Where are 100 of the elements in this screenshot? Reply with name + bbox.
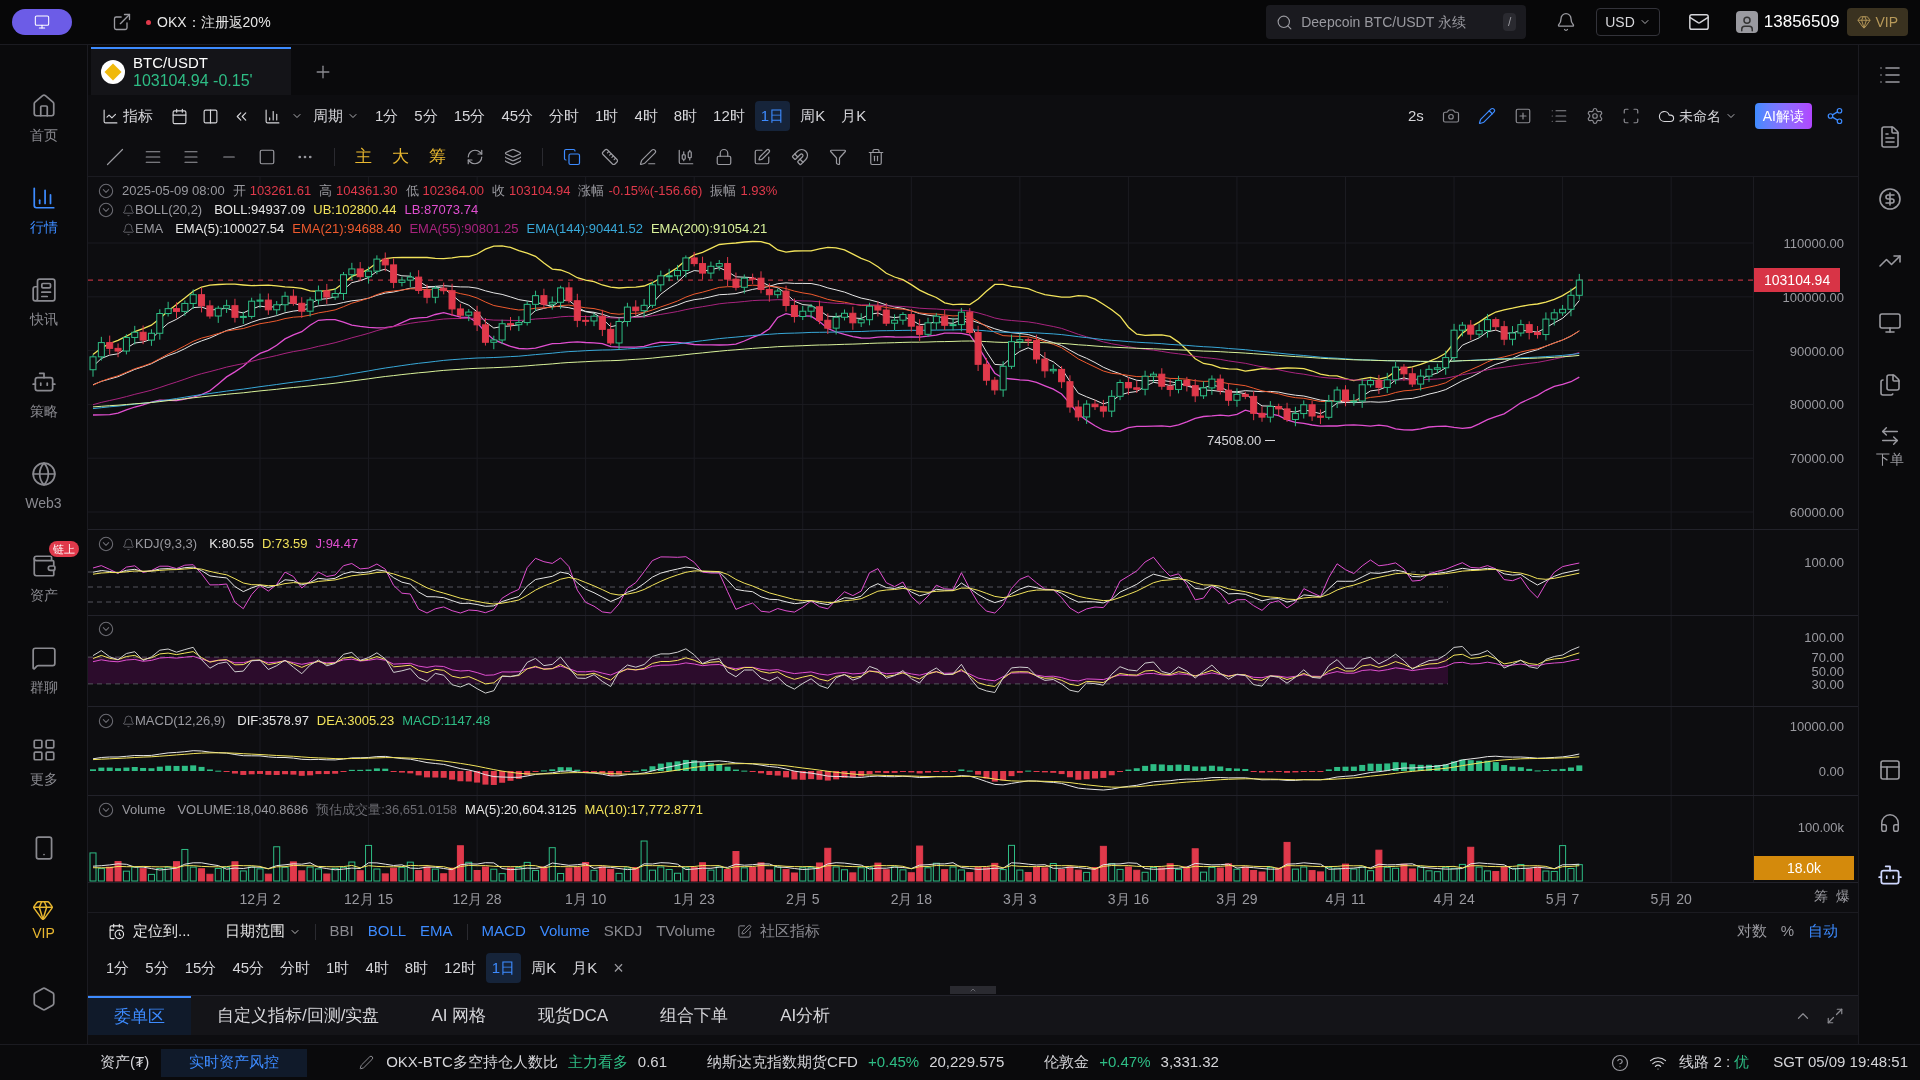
copy-icon[interactable]: [563, 147, 581, 166]
indicator-toggle[interactable]: Volume: [539, 920, 590, 943]
period-tab[interactable]: 8时: [667, 101, 704, 131]
search-bar[interactable]: Deepcoin BTC/USDT 永续 /: [1266, 5, 1527, 39]
indicator-toggle[interactable]: MACD: [481, 920, 526, 943]
period-tab[interactable]: 1分: [369, 101, 405, 131]
collapse-icon[interactable]: [98, 183, 114, 199]
axis-toggle[interactable]: 筹: [1814, 886, 1828, 904]
period-tab[interactable]: 1日: [754, 101, 791, 131]
search-icon[interactable]: [1276, 13, 1294, 31]
ticker-name[interactable]: 纳斯达克指数期货CFD: [707, 1051, 858, 1074]
avatar-silhouette[interactable]: [1735, 11, 1758, 33]
collapse-icon[interactable]: [98, 713, 114, 729]
period-tab[interactable]: 月K: [566, 953, 604, 983]
fullscreen-icon[interactable]: [1621, 107, 1640, 125]
mail-icon[interactable]: [1687, 11, 1710, 33]
period-tab[interactable]: 12时: [707, 101, 751, 131]
period-tab[interactable]: 1分: [100, 953, 136, 983]
camera-icon[interactable]: [1441, 107, 1460, 125]
period-tab[interactable]: 1时: [589, 101, 625, 131]
settings-icon[interactable]: [30, 986, 57, 1012]
ruler-icon[interactable]: [601, 147, 619, 166]
indicator-button[interactable]: 指标: [102, 104, 153, 128]
period-tab[interactable]: 周K: [794, 101, 832, 131]
community-indicators-button[interactable]: 社区指标: [737, 920, 821, 943]
layout-menu[interactable]: 未命名: [1657, 105, 1737, 127]
trash-icon[interactable]: [867, 147, 885, 166]
external-window-icon[interactable]: [112, 12, 132, 32]
sidebar-item[interactable]: 快讯: [8, 256, 79, 350]
monitor-icon[interactable]: [1877, 311, 1902, 335]
robot-icon[interactable]: [1876, 862, 1903, 888]
magnet-icon[interactable]: [791, 147, 809, 166]
period-tab[interactable]: 12时: [438, 953, 482, 983]
bell-icon[interactable]: [122, 714, 135, 728]
assets-label[interactable]: 资产(₮): [100, 1051, 150, 1074]
period-tab[interactable]: 5分: [139, 953, 175, 983]
indicator-toggle[interactable]: BBI: [329, 920, 354, 943]
period-tab[interactable]: 1时: [320, 953, 356, 983]
refresh-interval[interactable]: 2s: [1407, 104, 1424, 128]
list-icon[interactable]: [1549, 107, 1568, 125]
period-tab[interactable]: 周K: [525, 953, 563, 983]
calendar-icon[interactable]: [171, 107, 188, 125]
settings-icon[interactable]: [1585, 107, 1604, 125]
indicator-toggle[interactable]: BOLL: [367, 920, 407, 943]
period-tab[interactable]: 月K: [835, 101, 873, 131]
expand-handle-icon[interactable]: [950, 986, 996, 994]
monitor-icon[interactable]: [34, 14, 50, 30]
period-tab[interactable]: 5分: [408, 101, 444, 131]
period-tab[interactable]: 15分: [178, 953, 223, 983]
text-tool[interactable]: 大: [392, 143, 409, 170]
columns-icon[interactable]: [202, 107, 219, 125]
ticker-name[interactable]: OKX-BTC多空持仓人数比: [386, 1051, 558, 1074]
scale-toggle[interactable]: 自动: [1808, 920, 1838, 943]
line-label[interactable]: 线路 2 :: [1679, 1051, 1731, 1074]
edit-icon[interactable]: [359, 1055, 375, 1070]
add-panel-icon[interactable]: [1513, 107, 1532, 125]
period-tab[interactable]: 15分: [447, 101, 492, 131]
bar-chart-icon[interactable]: [264, 107, 281, 125]
layers-icon[interactable]: [504, 147, 522, 166]
candlestick-icon[interactable]: [677, 147, 695, 166]
period-tab[interactable]: 分时: [274, 953, 317, 983]
lock-icon[interactable]: [715, 147, 733, 166]
account-id[interactable]: 13856509: [1763, 9, 1840, 35]
period-menu[interactable]: 周期: [313, 104, 359, 128]
risk-control-button[interactable]: 实时资产风控: [161, 1048, 308, 1077]
bell-icon[interactable]: [122, 203, 135, 217]
period-tab[interactable]: 45分: [226, 953, 271, 983]
ticker-name[interactable]: 伦敦金: [1044, 1051, 1090, 1074]
period-tab[interactable]: 4时: [628, 101, 664, 131]
search-input[interactable]: Deepcoin BTC/USDT 永续: [1301, 11, 1495, 33]
share-icon[interactable]: [1826, 107, 1844, 125]
scale-toggle[interactable]: %: [1780, 920, 1794, 943]
help-icon[interactable]: [1611, 1053, 1630, 1072]
bottom-tab[interactable]: 委单区: [88, 996, 191, 1035]
period-tab[interactable]: 45分: [495, 101, 540, 131]
text-tool[interactable]: 主: [355, 143, 372, 170]
collapse-icon[interactable]: [98, 621, 114, 637]
bottom-tab[interactable]: 现货DCA: [512, 996, 635, 1035]
bottom-tab[interactable]: AI 网格: [405, 996, 513, 1035]
period-tab[interactable]: 4时: [359, 953, 395, 983]
axis-toggle[interactable]: 爆: [1836, 886, 1850, 904]
pencil-icon[interactable]: [1477, 107, 1496, 125]
indicator-toggle[interactable]: SKDJ: [603, 920, 643, 943]
collapse-icon[interactable]: [98, 536, 114, 552]
indicator-toggle[interactable]: EMA: [420, 920, 453, 943]
edit-icon[interactable]: [753, 147, 771, 166]
sidebar-vip[interactable]: VIP: [32, 899, 55, 944]
indicator-toggle[interactable]: TVolume: [656, 920, 716, 943]
bell-icon[interactable]: [122, 222, 135, 236]
ai-button[interactable]: AI解读: [1754, 103, 1812, 129]
bottom-tab[interactable]: 自定义指标/回测/实盘: [191, 996, 406, 1035]
collapse-icon[interactable]: [98, 802, 114, 818]
sidebar-item[interactable]: 群聊: [8, 624, 79, 718]
layout-icon[interactable]: [1877, 758, 1902, 782]
bottom-tab[interactable]: 组合下单: [634, 996, 755, 1035]
period-tab[interactable]: 1日: [485, 953, 522, 983]
symbol-tab[interactable]: BTC/USDT 103104.94 -0.15': [91, 47, 291, 95]
scale-toggle[interactable]: 对数: [1736, 920, 1767, 943]
close-button[interactable]: ×: [613, 954, 624, 982]
bell-icon[interactable]: [122, 537, 135, 551]
